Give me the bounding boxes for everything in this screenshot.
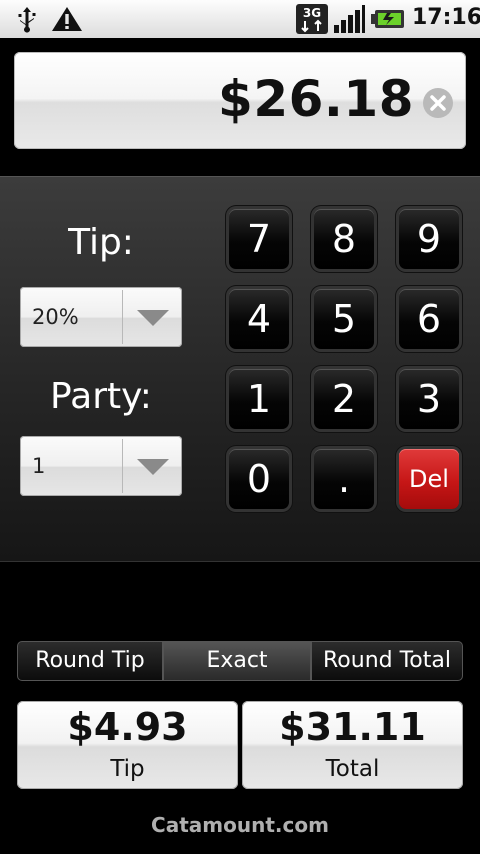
bill-amount-value: $26.18 [218,70,414,128]
key-9[interactable]: 9 [399,209,459,269]
chevron-down-icon [137,310,169,326]
clear-icon[interactable] [422,87,454,119]
total-result-label: Total [325,756,380,782]
battery-charging-icon [371,10,404,28]
key-7[interactable]: 7 [229,209,289,269]
tip-percent-value: 20% [32,305,79,329]
key-decimal[interactable]: . [314,449,374,509]
total-amount: $31.11 [279,705,426,749]
bill-amount-display[interactable]: $26.18 [14,52,466,149]
key-3[interactable]: 3 [399,369,459,429]
key-6[interactable]: 6 [399,289,459,349]
footer-link[interactable]: Catamount.com [0,813,480,837]
key-2[interactable]: 2 [314,369,374,429]
key-0[interactable]: 0 [229,449,289,509]
delete-button[interactable]: Del [399,449,459,509]
tip-percent-select[interactable]: 20% [20,287,182,347]
total-result-card: $31.11 Total [242,701,463,789]
select-divider [122,290,123,344]
3g-data-icon: 3G [296,4,328,34]
select-divider [122,439,123,493]
signal-icon [334,5,365,33]
key-1[interactable]: 1 [229,369,289,429]
warning-icon [52,7,82,31]
tip-label: Tip: [68,222,134,263]
round-tip-button[interactable]: Round Tip [17,641,163,681]
party-size-value: 1 [32,454,46,478]
key-4[interactable]: 4 [229,289,289,349]
svg-text:3G: 3G [303,6,321,20]
party-size-select[interactable]: 1 [20,436,182,496]
key-5[interactable]: 5 [314,289,374,349]
key-8[interactable]: 8 [314,209,374,269]
usb-icon [18,7,36,33]
status-bar: 3G 17:16 [0,0,480,38]
tip-result-card: $4.93 Tip [17,701,238,789]
chevron-down-icon [137,459,169,475]
tip-result-label: Tip [110,756,145,782]
tip-amount: $4.93 [67,705,188,749]
status-time: 17:16 [412,5,480,30]
exact-button[interactable]: Exact [163,641,311,681]
party-label: Party: [50,376,152,417]
round-total-button[interactable]: Round Total [311,641,463,681]
